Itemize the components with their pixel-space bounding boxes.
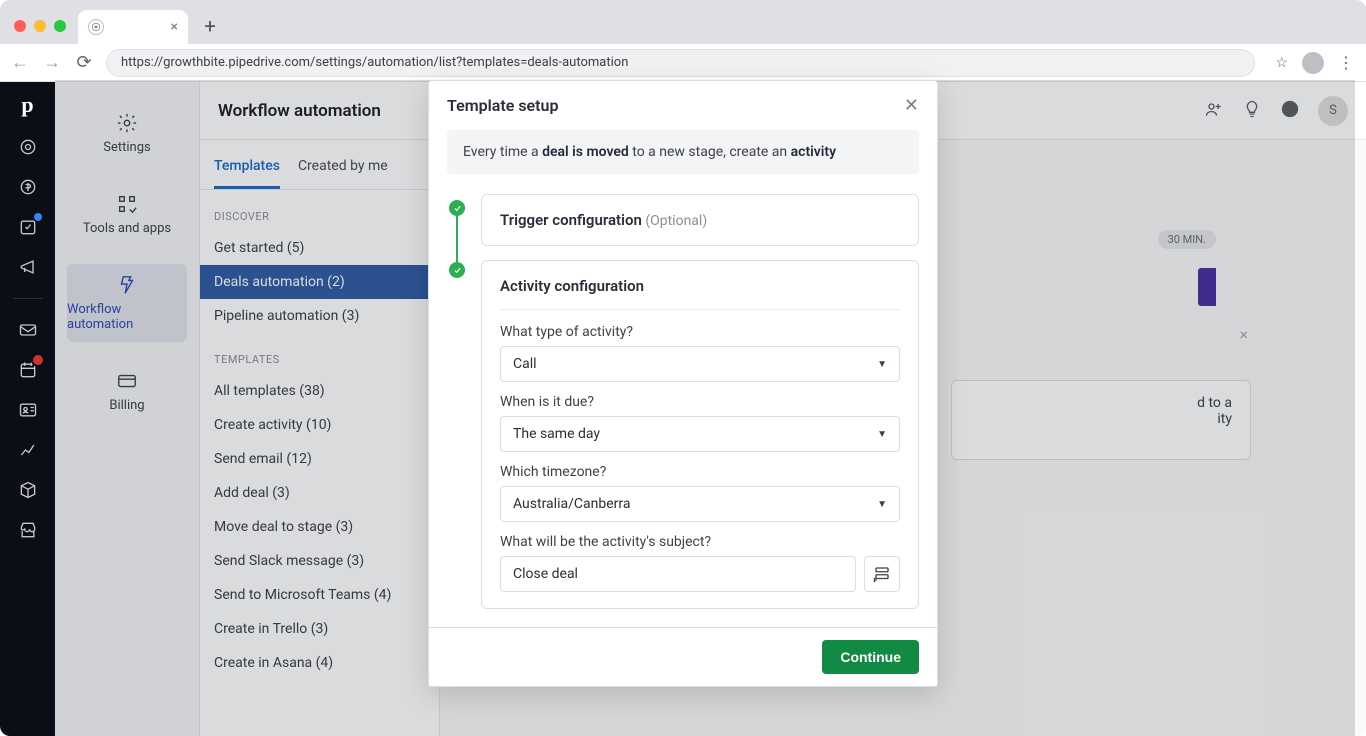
step-check-icon xyxy=(449,200,465,216)
modal-close-icon[interactable]: ✕ xyxy=(904,95,919,116)
insert-field-button[interactable] xyxy=(864,556,900,592)
browser-titlebar: × + xyxy=(0,0,1366,44)
rail-activities-icon[interactable] xyxy=(17,216,39,238)
tab-close-icon[interactable]: × xyxy=(171,19,178,35)
nav-back-icon[interactable]: ← xyxy=(10,52,30,73)
continue-button[interactable]: Continue xyxy=(822,640,919,674)
activity-type-select[interactable]: Call ▼ xyxy=(500,346,900,382)
optional-label: (Optional) xyxy=(645,213,707,229)
pipedrive-logo-icon[interactable]: p xyxy=(21,92,33,118)
rail-contacts-icon[interactable] xyxy=(17,399,39,421)
browser-tab[interactable]: × xyxy=(78,10,188,44)
nav-reload-icon[interactable]: ⟳ xyxy=(74,52,94,73)
rail-campaigns-icon[interactable] xyxy=(17,256,39,278)
chrome-favicon-icon xyxy=(88,19,104,35)
browser-address-bar: ← → ⟳ https://growthbite.pipedrive.com/s… xyxy=(0,44,1366,82)
rail-calendar-icon[interactable] xyxy=(17,359,39,381)
field-label-due: When is it due? xyxy=(500,394,900,410)
window-close-dot[interactable] xyxy=(14,20,26,32)
trigger-config-card[interactable]: Trigger configuration (Optional) xyxy=(481,194,919,246)
field-label-type: What type of activity? xyxy=(500,324,900,340)
rail-marketplace-icon[interactable] xyxy=(17,519,39,541)
bookmark-star-icon[interactable]: ☆ xyxy=(1275,55,1288,71)
field-label-subject: What will be the activity's subject? xyxy=(500,534,900,550)
select-value: Call xyxy=(513,356,537,372)
modal-title: Template setup xyxy=(447,96,558,115)
browser-menu-icon[interactable]: ⋮ xyxy=(1338,53,1356,72)
app-rail: p xyxy=(0,82,55,736)
select-value: The same day xyxy=(513,426,600,442)
timezone-select[interactable]: Australia/Canberra ▼ xyxy=(500,486,900,522)
input-value: Close deal xyxy=(513,566,578,582)
chevron-down-icon: ▼ xyxy=(877,359,887,370)
field-label-timezone: Which timezone? xyxy=(500,464,900,480)
step-check-icon xyxy=(449,262,465,278)
chevron-down-icon: ▼ xyxy=(877,499,887,510)
chevron-down-icon: ▼ xyxy=(877,429,887,440)
activity-config-title: Activity configuration xyxy=(500,277,900,295)
select-value: Australia/Canberra xyxy=(513,496,630,512)
window-max-dot[interactable] xyxy=(54,20,66,32)
step-indicator xyxy=(447,194,467,609)
rail-products-icon[interactable] xyxy=(17,479,39,501)
due-date-select[interactable]: The same day ▼ xyxy=(500,416,900,452)
activity-config-card: Activity configuration What type of acti… xyxy=(481,260,919,609)
trigger-config-title: Trigger configuration xyxy=(500,211,642,229)
url-input[interactable]: https://growthbite.pipedrive.com/setting… xyxy=(106,49,1255,77)
window-min-dot[interactable] xyxy=(34,20,46,32)
new-tab-button[interactable]: + xyxy=(196,14,224,38)
subject-input[interactable]: Close deal xyxy=(500,556,856,592)
template-setup-modal: Template setup ✕ Every time a deal is mo… xyxy=(428,80,938,687)
rail-mail-icon[interactable] xyxy=(17,319,39,341)
rail-deals-icon[interactable] xyxy=(17,176,39,198)
url-text: https://growthbite.pipedrive.com/setting… xyxy=(121,55,628,70)
rail-insights-icon[interactable] xyxy=(17,439,39,461)
rail-focus-icon[interactable] xyxy=(17,136,39,158)
nav-forward-icon[interactable]: → xyxy=(42,52,62,73)
modal-summary-banner: Every time a deal is moved to a new stag… xyxy=(447,130,919,174)
browser-profile-icon[interactable] xyxy=(1302,52,1324,74)
